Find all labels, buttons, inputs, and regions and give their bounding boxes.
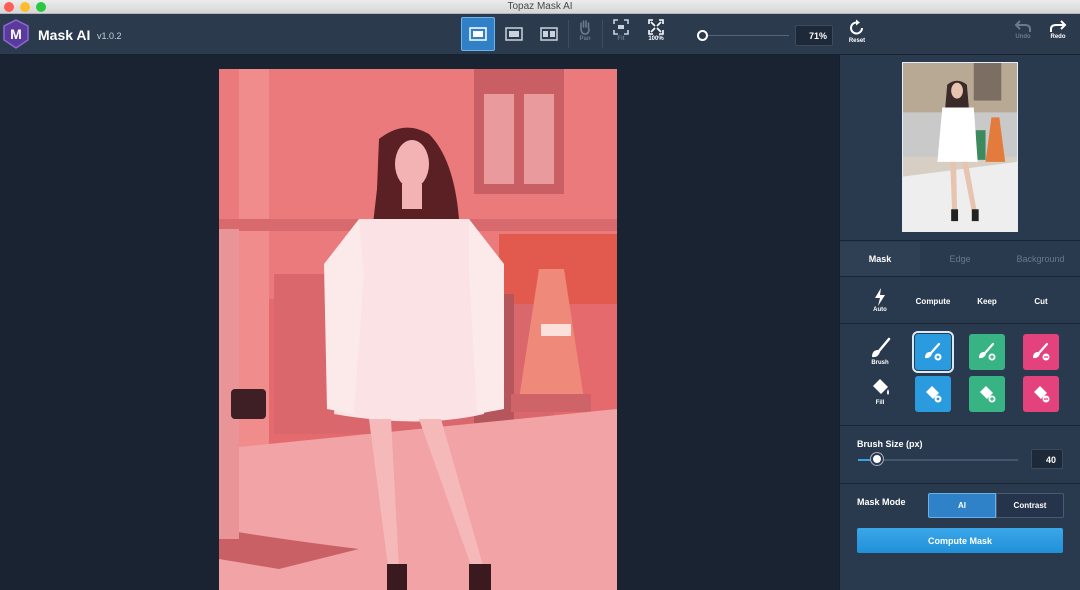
hand-icon (580, 20, 590, 35)
top-toolbar: M Mask AI v1.0.2 Pan Fit 100% 71% Reset … (0, 14, 1080, 55)
zoom-slider-handle[interactable] (697, 30, 708, 41)
right-panel: Mask Edge Background Auto Compute Keep C… (839, 55, 1080, 590)
keep-column-label: Keep (977, 297, 997, 306)
compute-column-label: Compute (915, 297, 951, 306)
mode-tabs: Mask Edge Background (840, 242, 1080, 276)
panel-divider (840, 276, 1080, 277)
panel-divider (840, 323, 1080, 324)
brush-size-value-field[interactable]: 40 (1031, 449, 1063, 469)
redo-icon (1050, 20, 1067, 32)
mask-ai-logo-icon: M (3, 19, 29, 49)
image-canvas[interactable] (0, 55, 839, 590)
toolbar-divider (602, 20, 603, 48)
brush-keep-icon (979, 342, 996, 361)
cut-fill-button[interactable] (1023, 376, 1059, 412)
tab-background[interactable]: Background (1000, 242, 1080, 276)
keep-brush-button[interactable] (969, 334, 1005, 370)
auto-button[interactable]: Auto (868, 288, 892, 313)
zoom-value-field[interactable]: 71% (795, 25, 833, 46)
compute-brush-button[interactable] (912, 331, 954, 373)
paint-bucket-icon (873, 379, 889, 395)
reset-button[interactable]: Reset (842, 19, 872, 49)
cut-brush-button[interactable] (1023, 334, 1059, 370)
fit-screen-icon (613, 19, 629, 35)
reset-icon (850, 19, 863, 35)
mask-mode-ai-button[interactable]: AI (928, 493, 996, 518)
brush-cut-icon (1033, 342, 1050, 361)
pan-button[interactable]: Pan (570, 19, 600, 49)
panel-divider (840, 483, 1080, 484)
compute-fill-button[interactable] (915, 376, 951, 412)
redo-button[interactable]: Redo (1043, 19, 1073, 49)
window-title: Topaz Mask AI (507, 1, 573, 12)
keep-fill-button[interactable] (969, 376, 1005, 412)
expand-icon (648, 19, 664, 35)
brush-icon (872, 337, 891, 358)
fill-keep-icon (980, 386, 996, 403)
undo-icon (1014, 20, 1031, 32)
panel-divider (840, 425, 1080, 426)
brush-compute-icon (925, 342, 942, 361)
single-view-icon (469, 27, 487, 41)
fit-label: Fit (617, 36, 625, 42)
pan-label: Pan (579, 36, 591, 42)
mask-mode-contrast-button[interactable]: Contrast (996, 493, 1064, 518)
brush-tool[interactable]: Brush (867, 337, 893, 366)
redo-label: Redo (1050, 34, 1066, 40)
auto-label: Auto (873, 307, 887, 313)
cut-column-label: Cut (1034, 297, 1048, 306)
brush-size-slider-handle[interactable] (871, 453, 884, 465)
fill-tool[interactable]: Fill (867, 377, 893, 406)
undo-label: Undo (1015, 34, 1031, 40)
side-by-side-view-icon (540, 27, 558, 41)
fill-compute-icon (926, 386, 942, 403)
full-size-button[interactable]: 100% (641, 19, 671, 49)
toolbar-divider (568, 20, 569, 48)
full-size-label: 100% (648, 36, 664, 42)
panel-divider (840, 240, 1080, 241)
brush-size-label: Brush Size (px) (857, 439, 923, 449)
window-titlebar: Topaz Mask AI (0, 0, 1080, 14)
navigator-thumbnail[interactable] (902, 62, 1018, 232)
undo-button[interactable]: Undo (1008, 19, 1038, 49)
lightning-icon (875, 288, 885, 306)
tab-mask[interactable]: Mask (840, 242, 920, 276)
split-view-icon (505, 27, 523, 41)
zoom-slider-track[interactable] (701, 35, 789, 36)
single-view-button[interactable] (461, 17, 495, 51)
compute-mask-button[interactable]: Compute Mask (857, 528, 1063, 553)
side-by-side-view-button[interactable] (532, 17, 566, 51)
mask-mode-label: Mask Mode (857, 497, 906, 507)
brush-label: Brush (871, 360, 889, 366)
app-version: v1.0.2 (97, 31, 122, 41)
logo-letter: M (10, 26, 22, 42)
tab-edge[interactable]: Edge (920, 242, 1000, 276)
masked-photo[interactable] (219, 69, 617, 590)
split-view-button[interactable] (497, 17, 531, 51)
app-name: Mask AI (38, 27, 91, 43)
fill-label: Fill (875, 400, 885, 406)
fill-cut-icon (1034, 386, 1050, 403)
fit-button[interactable]: Fit (606, 19, 636, 49)
reset-label: Reset (848, 38, 866, 44)
